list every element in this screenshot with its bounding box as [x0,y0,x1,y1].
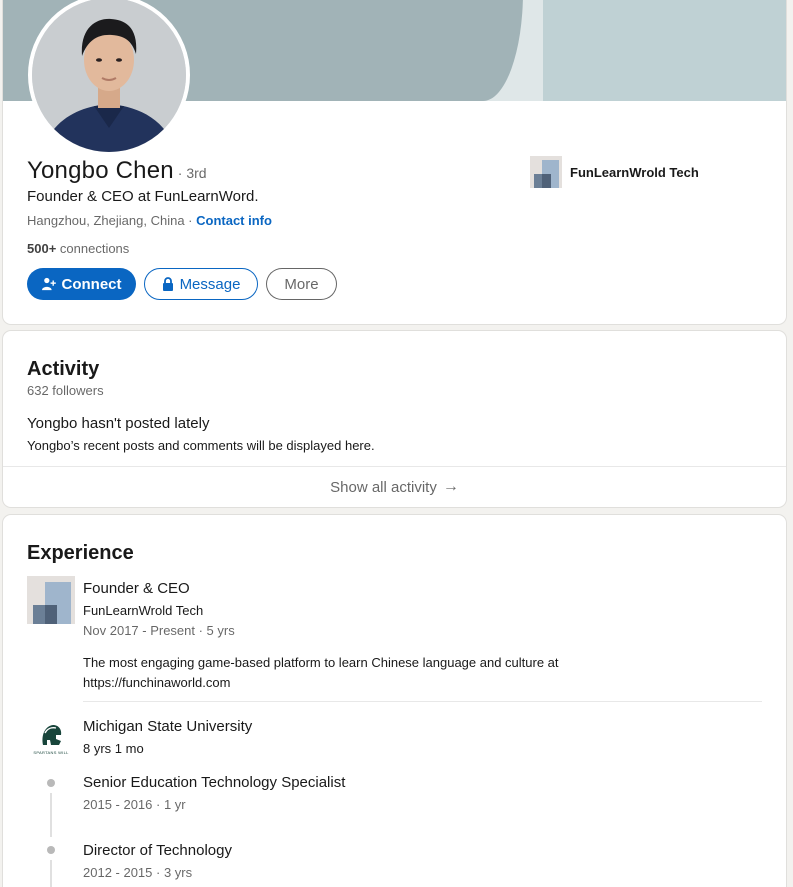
no-posts-title: Yongbo hasn't posted lately [27,415,210,432]
connections-label: connections [56,241,130,256]
more-label: More [284,275,319,293]
current-company[interactable]: FunLearnWrold Tech [530,156,699,188]
connect-button[interactable]: Connect [27,268,136,300]
experience-company-title[interactable]: Michigan State University [83,718,252,735]
profile-location: Hangzhou, Zhejiang, China [27,213,185,228]
msu-logo[interactable]: SPARTANS WILL [27,715,75,763]
activity-title: Activity [27,358,100,380]
connections-number: 500+ [27,241,57,256]
add-person-icon [41,277,56,291]
experience-role-title: Director of Technology [83,842,232,859]
profile-actions: Connect Message More [27,268,337,300]
arrow-right-icon: → [442,478,459,495]
activity-card: Activity 632 followers Yongbo hasn't pos… [3,331,786,507]
experience-total-duration: 8 yrs 1 mo [83,741,144,756]
location-row: Hangzhou, Zhejiang, China · Contact info [27,213,272,228]
show-all-activity-label: Show all activity [330,478,437,496]
experience-role-dates: 2015 - 2016 · 1 yr [83,797,186,812]
experience-description: The most engaging game-based platform to… [83,655,559,690]
timeline-line [50,793,52,837]
experience-divider [83,701,762,702]
timeline-line [50,860,52,887]
avatar-photo [32,0,186,152]
connections-count[interactable]: 500+ connections [27,241,129,256]
more-button[interactable]: More [266,268,337,300]
profile-headline: Founder & CEO at FunLearnWord. [27,188,259,205]
funlearn-logo-icon[interactable] [27,576,75,624]
profile-avatar[interactable] [28,0,190,156]
no-posts-subtitle: Yongbo’s recent posts and comments will … [27,438,375,453]
experience-role-title: Founder & CEO [83,580,190,597]
spartan-helmet-icon [42,725,62,745]
profile-name: Yongbo Chen [27,157,174,184]
connect-label: Connect [61,275,122,293]
message-button[interactable]: Message [144,268,258,300]
experience-role-dates: 2012 - 2015 · 3 yrs [83,865,193,880]
experience-card: Experience Founder & CEO FunLearnWrold T… [3,515,786,887]
profile-top-card: Yongbo Chen · 3rd Founder & CEO at FunLe… [3,0,786,324]
experience-dates: Nov 2017 - Present · 5 yrs [83,623,235,638]
show-all-activity-button[interactable]: Show all activity → [3,466,786,507]
company-logo-icon [530,156,562,188]
timeline-dot [47,779,55,787]
lock-icon [162,277,174,291]
current-company-name: FunLearnWrold Tech [570,164,699,180]
experience-company[interactable]: FunLearnWrold Tech [83,603,203,618]
msu-logo-text: SPARTANS WILL [33,750,69,755]
message-label: Message [179,275,241,293]
connection-degree: · 3rd [177,165,207,181]
timeline-dot [47,846,55,854]
experience-title: Experience [27,542,134,564]
followers-count: 632 followers [27,383,104,398]
contact-info-link[interactable]: Contact info [196,213,272,228]
experience-role-title: Senior Education Technology Specialist [83,774,346,791]
location-separator: · [184,213,197,228]
